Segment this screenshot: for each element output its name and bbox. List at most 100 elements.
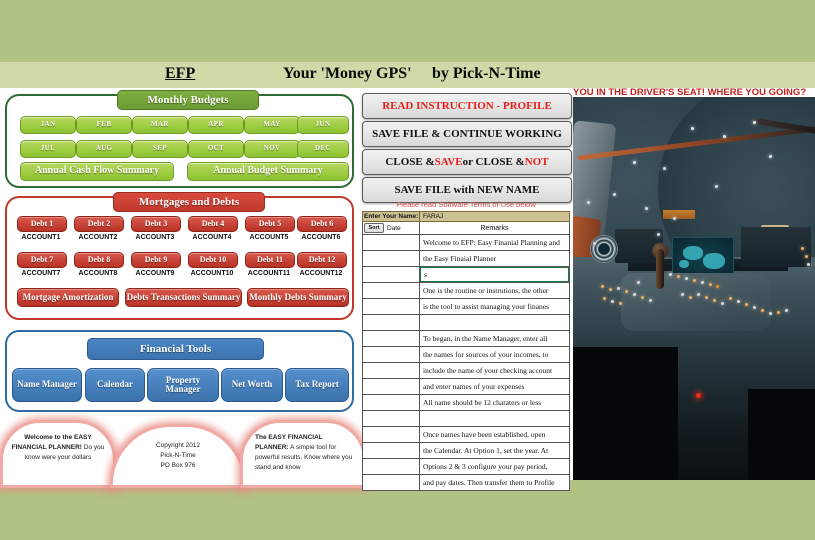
month-button-jul[interactable]: JUL xyxy=(20,140,76,158)
month-button-may[interactable]: MAY xyxy=(244,116,300,134)
debt-button-4[interactable]: Debt 4 xyxy=(188,216,238,232)
spreadsheet-remark-cell[interactable] xyxy=(420,315,569,330)
tool-button-tax-report[interactable]: Tax Report xyxy=(285,368,349,402)
month-button-jan[interactable]: JAN xyxy=(20,116,76,134)
spreadsheet-remark-cell[interactable]: the Easy Finaial Planner xyxy=(420,251,569,266)
month-button-oct[interactable]: OCT xyxy=(188,140,244,158)
debt-button-2[interactable]: Debt 2 xyxy=(74,216,124,232)
spreadsheet-remark-cell[interactable] xyxy=(420,411,569,426)
debts-transactions-summary-button[interactable]: Debts Transactions Summary xyxy=(125,288,242,307)
month-button-aug[interactable]: AUG xyxy=(76,140,132,158)
debt-button-11[interactable]: Debt 11 xyxy=(245,252,295,268)
month-button-dec[interactable]: DEC xyxy=(297,140,349,158)
debt-button-3[interactable]: Debt 3 xyxy=(131,216,181,232)
spreadsheet-row[interactable]: One is the routine or instrutions, the o… xyxy=(362,283,570,299)
month-button-apr[interactable]: APR xyxy=(188,116,244,134)
remarks-spreadsheet: Enter Your Name: FARAJ Sort Date Remarks… xyxy=(362,211,570,491)
debt-account-1: ACCOUNT1 xyxy=(21,234,61,241)
spreadsheet-date-cell[interactable] xyxy=(363,299,420,314)
sort-button[interactable]: Sort xyxy=(364,223,384,233)
tool-button-name-manager[interactable]: Name Manager xyxy=(12,368,82,402)
debt-button-9[interactable]: Debt 9 xyxy=(131,252,181,268)
month-button-mar[interactable]: MAR xyxy=(132,116,188,134)
spreadsheet-row[interactable]: Welcome to EFP: Easy Finanial Planning a… xyxy=(362,235,570,251)
month-button-nov[interactable]: NOV xyxy=(244,140,300,158)
spreadsheet-row[interactable] xyxy=(362,411,570,427)
month-button-feb[interactable]: FEB xyxy=(76,116,132,134)
spreadsheet-date-cell[interactable] xyxy=(363,267,420,282)
spreadsheet-row[interactable]: include the name of your checking accoun… xyxy=(362,363,570,379)
mortgage-amortization-button[interactable]: Mortgage Amortization xyxy=(17,288,119,307)
spreadsheet-date-cell[interactable] xyxy=(363,347,420,362)
spreadsheet-remark-cell[interactable]: include the name of your checking accoun… xyxy=(420,363,569,378)
debt-button-5[interactable]: Debt 5 xyxy=(245,216,295,232)
debt-button-8[interactable]: Debt 8 xyxy=(74,252,124,268)
cockpit-led xyxy=(693,279,696,282)
spreadsheet-remark-cell[interactable]: All name should be 12 charaters or less xyxy=(420,395,569,410)
cockpit-led xyxy=(677,275,680,278)
debt-button-7[interactable]: Debt 7 xyxy=(17,252,67,268)
spreadsheet-row[interactable]: Once names have been established, open xyxy=(362,427,570,443)
spreadsheet-date-cell[interactable] xyxy=(363,251,420,266)
spreadsheet-remark-cell[interactable]: and pay dates. Then transfer them to Pro… xyxy=(420,475,569,490)
spreadsheet-row[interactable]: the Easy Finaial Planner xyxy=(362,251,570,267)
spreadsheet-row[interactable]: the names for sources of your incomes, t… xyxy=(362,347,570,363)
spreadsheet-remark-cell[interactable]: Options 2 & 3 configure your pay period, xyxy=(420,459,569,474)
spreadsheet-date-cell[interactable] xyxy=(363,427,420,442)
cockpit-led xyxy=(769,312,772,315)
close-save-middle: or CLOSE & xyxy=(462,156,525,168)
spreadsheet-date-cell[interactable] xyxy=(363,411,420,426)
monthly-budgets-heading: Monthly Budgets xyxy=(117,90,259,110)
spreadsheet-date-cell[interactable] xyxy=(363,363,420,378)
spreadsheet-row[interactable]: is the tool to assist managing your fina… xyxy=(362,299,570,315)
spreadsheet-remark-cell[interactable]: Once names have been established, open xyxy=(420,427,569,442)
spreadsheet-remark-cell[interactable]: One is the routine or instrutions, the o… xyxy=(420,283,569,298)
cockpit-led xyxy=(785,309,788,312)
cockpit-map-landmass-c xyxy=(679,260,689,268)
spreadsheet-date-cell[interactable] xyxy=(363,443,420,458)
spreadsheet-row[interactable]: s xyxy=(362,267,570,283)
spreadsheet-date-cell[interactable] xyxy=(363,395,420,410)
tool-button-net-worth[interactable]: Net Worth xyxy=(221,368,283,402)
debt-button-12[interactable]: Debt 12 xyxy=(297,252,347,268)
spreadsheet-date-cell[interactable] xyxy=(363,283,420,298)
spreadsheet-row[interactable]: and enter names of your expenses xyxy=(362,379,570,395)
spreadsheet-remark-cell[interactable]: the names for sources of your incomes, t… xyxy=(420,347,569,362)
spreadsheet-date-cell[interactable] xyxy=(363,459,420,474)
spreadsheet-remark-cell[interactable]: is the tool to assist managing your fina… xyxy=(420,299,569,314)
spreadsheet-row[interactable]: To began, in the Name Manager, enter all xyxy=(362,331,570,347)
read-instruction-profile-button[interactable]: READ INSTRUCTION - PROFILE xyxy=(362,93,572,119)
cockpit-led xyxy=(689,296,692,299)
enter-your-name-input[interactable]: FARAJ xyxy=(420,212,569,221)
close-and-save-or-not-button[interactable]: CLOSE & SAVE or CLOSE & NOT xyxy=(362,149,572,175)
spreadsheet-remark-cell[interactable]: To began, in the Name Manager, enter all xyxy=(420,331,569,346)
spreadsheet-remark-cell[interactable]: s xyxy=(420,267,569,282)
month-button-sep[interactable]: SEP xyxy=(132,140,188,158)
spreadsheet-date-cell[interactable] xyxy=(363,475,420,490)
cockpit-led xyxy=(745,303,748,306)
spreadsheet-row[interactable]: and pay dates. Then transfer them to Pro… xyxy=(362,475,570,491)
spreadsheet-remark-cell[interactable]: and enter names of your expenses xyxy=(420,379,569,394)
debt-button-10[interactable]: Debt 10 xyxy=(188,252,238,268)
spreadsheet-row[interactable] xyxy=(362,315,570,331)
save-file-continue-working-button[interactable]: SAVE FILE & CONTINUE WORKING xyxy=(362,121,572,147)
tool-button-property-manager[interactable]: Property Manager xyxy=(147,368,219,402)
spreadsheet-date-cell[interactable] xyxy=(363,379,420,394)
spreadsheet-date-cell[interactable] xyxy=(363,235,420,250)
spreadsheet-row[interactable]: the Calendar. At Option 1, set the year.… xyxy=(362,443,570,459)
month-button-jun[interactable]: JUN xyxy=(297,116,349,134)
annual-cash-flow-summary-button[interactable]: Annual Cash Flow Summary xyxy=(20,162,174,181)
product-description-blob: The EASY FINANCIAL PLANNER: A simple too… xyxy=(240,420,366,488)
monthly-debts-summary-button[interactable]: Monthly Debts Summary xyxy=(247,288,349,307)
spreadsheet-row[interactable]: All name should be 12 charaters or less xyxy=(362,395,570,411)
debt-button-1[interactable]: Debt 1 xyxy=(17,216,67,232)
spreadsheet-remark-cell[interactable]: the Calendar. At Option 1, set the year.… xyxy=(420,443,569,458)
debt-button-6[interactable]: Debt 6 xyxy=(297,216,347,232)
tool-button-calendar[interactable]: Calendar xyxy=(85,368,145,402)
spreadsheet-remark-cell[interactable]: Welcome to EFP: Easy Finanial Planning a… xyxy=(420,235,569,250)
spreadsheet-date-cell[interactable] xyxy=(363,331,420,346)
annual-budget-summary-button[interactable]: Annual Budget Summary xyxy=(187,162,349,181)
debt-account-3: ACCOUNT3 xyxy=(135,234,175,241)
spreadsheet-date-cell[interactable] xyxy=(363,315,420,330)
spreadsheet-row[interactable]: Options 2 & 3 configure your pay period, xyxy=(362,459,570,475)
